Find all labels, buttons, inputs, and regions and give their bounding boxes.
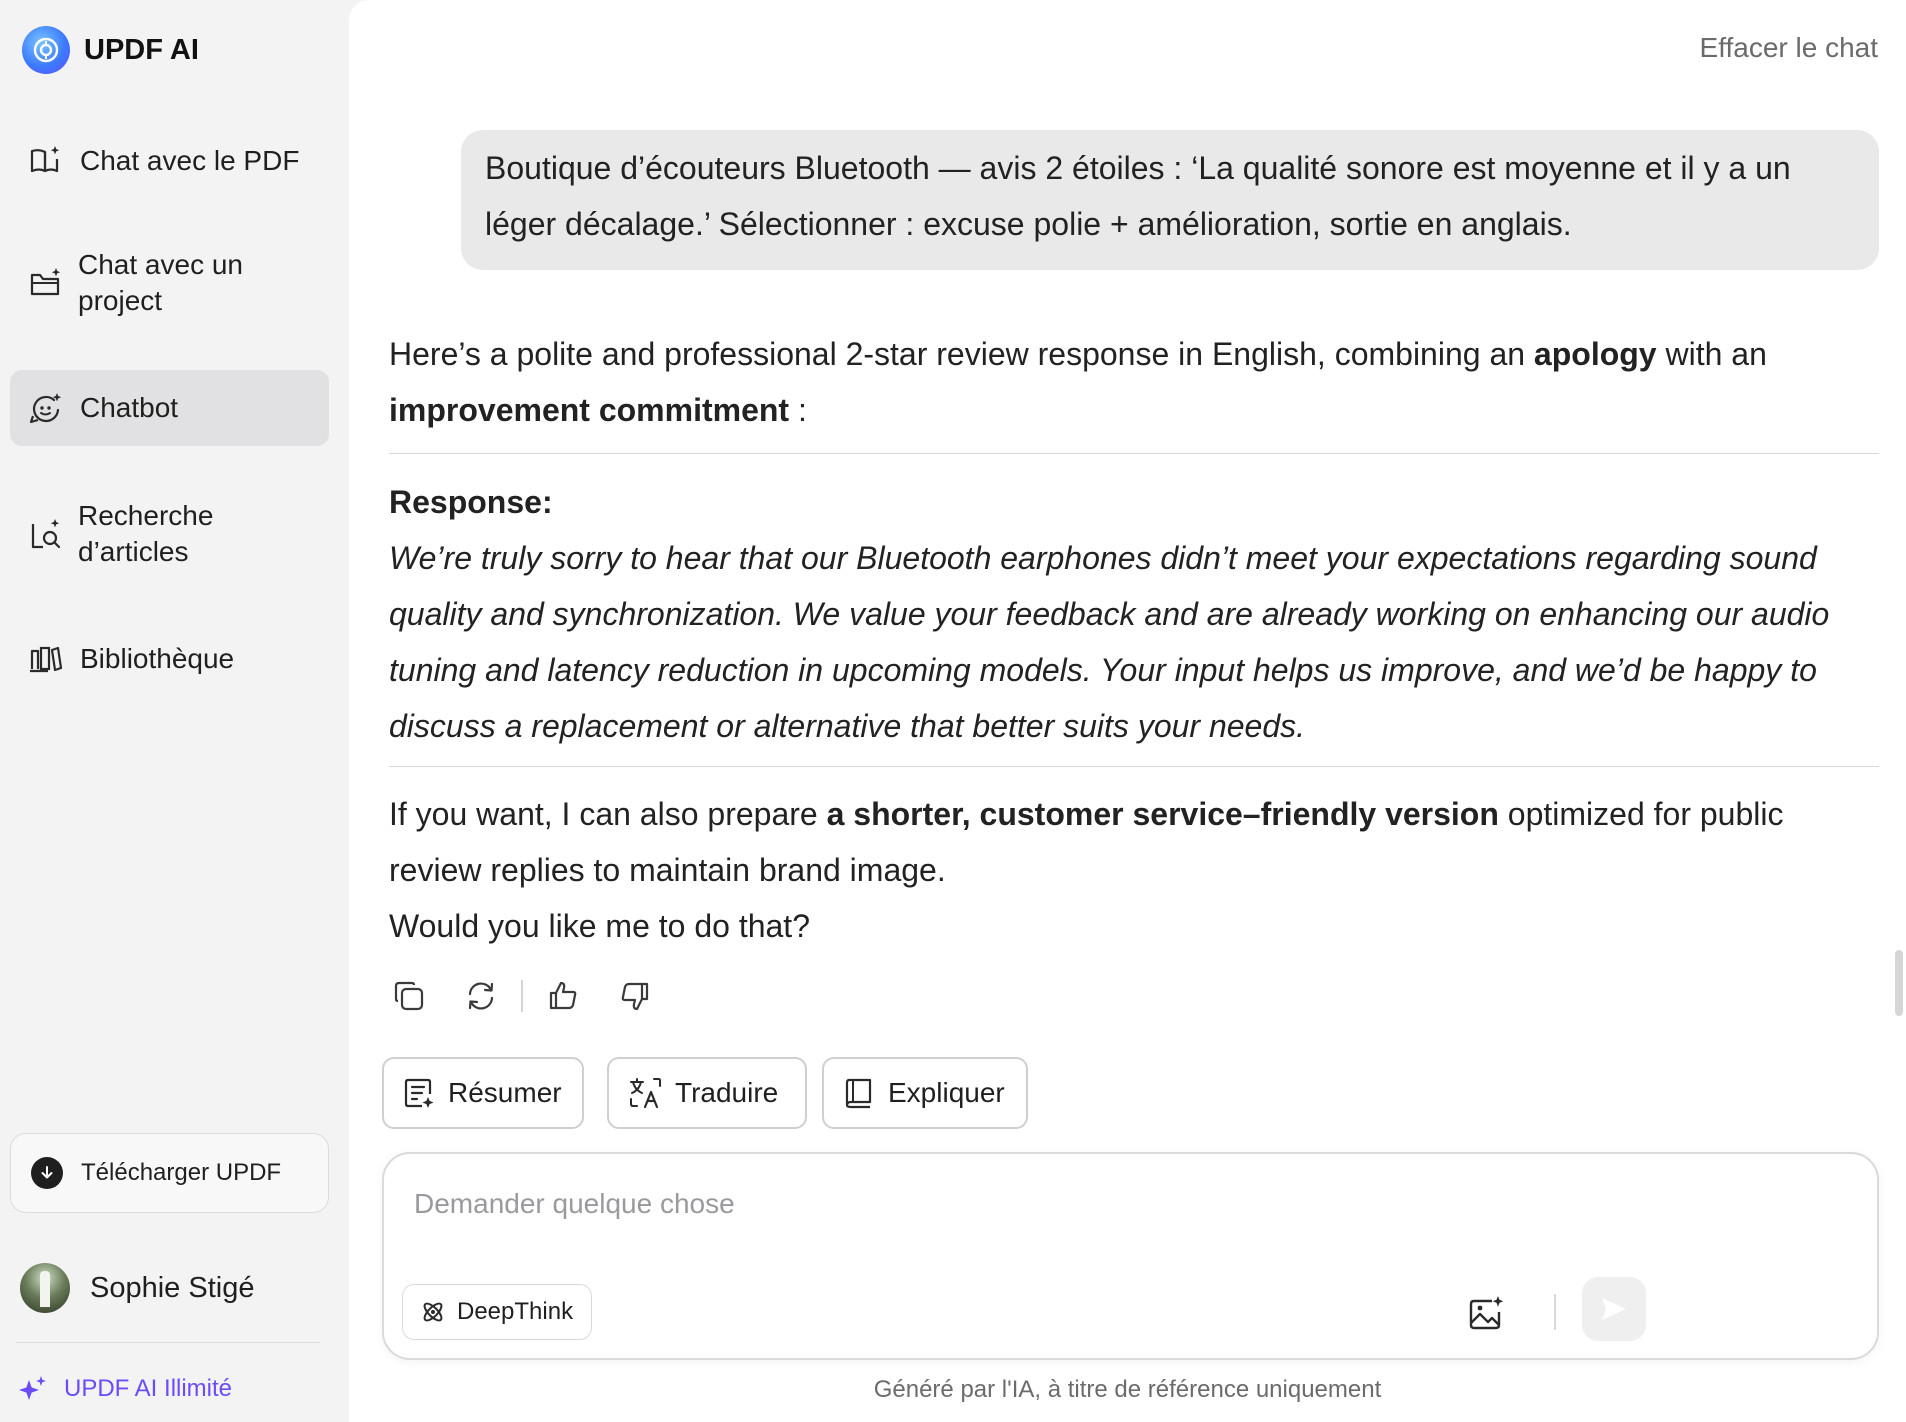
assistant-intro: Here’s a polite and professional 2-star … (389, 326, 1879, 438)
explain-button[interactable]: Expliquer (822, 1057, 1028, 1129)
intro-text: with an (1656, 336, 1767, 372)
sidebar-item-label: Recherche d’articles (78, 500, 214, 567)
sidebar-item-label: Chatbot (80, 392, 179, 423)
clear-chat-button[interactable]: Effacer le chat (1700, 32, 1878, 64)
copy-button[interactable] (389, 976, 429, 1016)
sidebar-item-chat-pdf[interactable]: Chat avec le PDF (10, 126, 329, 196)
user-profile[interactable]: Sophie Stigé (20, 1263, 254, 1313)
assistant-outro: If you want, I can also prepare a shorte… (389, 786, 1879, 954)
sidebar: UPDF AI Chat avec le PDF Chat avec un pr… (0, 0, 349, 1422)
response-heading: Response: (389, 484, 553, 520)
translate-icon (630, 1078, 661, 1109)
folder-sparkle-icon (30, 268, 61, 296)
message-input[interactable] (414, 1182, 1614, 1226)
summarize-icon (404, 1078, 434, 1108)
deepthink-toggle[interactable]: DeepThink (402, 1284, 592, 1340)
sidebar-item-library[interactable]: Bibliothèque (10, 624, 329, 694)
image-sparkle-icon (1469, 1296, 1504, 1330)
intro-bold-commitment: improvement commitment (389, 392, 790, 428)
sidebar-item-chat-project[interactable]: Chat avec un project (10, 243, 329, 323)
summarize-button[interactable]: Résumer (382, 1057, 584, 1129)
regenerate-button[interactable] (461, 976, 501, 1016)
chat-composer: DeepThink (382, 1152, 1879, 1360)
send-icon (1602, 1298, 1626, 1320)
intro-text: Here’s a polite and professional 2-star … (389, 336, 1534, 372)
thumbs-down-icon (621, 982, 649, 1011)
chatbot-icon (29, 393, 62, 424)
book-sparkle-icon (30, 146, 60, 173)
copy-icon (394, 981, 424, 1011)
sidebar-item-chatbot[interactable]: Chatbot (10, 370, 329, 446)
download-icon (31, 1157, 63, 1189)
user-message: Boutique d’écouteurs Bluetooth — avis 2 … (461, 130, 1879, 270)
actions-separator (521, 980, 523, 1012)
outro-question: Would you like me to do that? (389, 908, 810, 944)
outro-paragraph: If you want, I can also prepare a shorte… (389, 786, 1879, 898)
divider (389, 766, 1879, 767)
thumbs-up-icon (549, 981, 577, 1010)
message-actions (389, 976, 687, 1016)
deepthink-label: DeepThink (457, 1298, 574, 1325)
sidebar-item-label: Chat avec un project (78, 249, 243, 316)
download-updf-button[interactable]: Télécharger UPDF (10, 1133, 329, 1213)
outro-bold: a shorter, customer service–friendly ver… (826, 796, 1499, 832)
explain-label: Expliquer (888, 1077, 1005, 1108)
app-title: UPDF AI (84, 33, 199, 66)
dislike-button[interactable] (615, 976, 655, 1016)
book-icon (845, 1078, 872, 1109)
search-document-icon (31, 519, 61, 549)
sidebar-item-label: Chat avec le PDF (80, 145, 300, 176)
chat-panel: Effacer le chat Boutique d’écouteurs Blu… (349, 0, 1906, 1422)
download-label: Télécharger UPDF (81, 1159, 282, 1186)
response-body: We’re truly sorry to hear that our Bluet… (389, 540, 1830, 744)
avatar (20, 1263, 70, 1313)
atom-icon (423, 1302, 443, 1322)
image-ai-button[interactable] (1466, 1294, 1506, 1334)
summarize-label: Résumer (448, 1077, 562, 1108)
refresh-icon (468, 982, 494, 1010)
scrollbar[interactable] (1895, 950, 1903, 1016)
library-icon (30, 646, 63, 673)
send-button[interactable] (1582, 1277, 1646, 1341)
translate-label: Traduire (675, 1077, 779, 1108)
sidebar-item-research[interactable]: Recherche d’articles (10, 494, 329, 574)
translate-button[interactable]: Traduire (607, 1057, 807, 1129)
outro-text: If you want, I can also prepare (389, 796, 827, 832)
intro-bold-apology: apology (1533, 336, 1657, 372)
like-button[interactable] (543, 976, 583, 1016)
divider (389, 453, 1879, 454)
sidebar-divider (16, 1342, 320, 1343)
user-name: Sophie Stigé (90, 1271, 255, 1304)
brand[interactable]: UPDF AI (22, 26, 199, 74)
composer-separator (1554, 1294, 1556, 1330)
intro-text: : (789, 392, 807, 428)
ai-disclaimer: Généré par l'IA, à titre de référence un… (873, 1376, 1382, 1403)
upgrade-label: UPDF AI Illimité (64, 1375, 233, 1402)
updf-logo-icon (22, 26, 70, 74)
upgrade-link[interactable]: UPDF AI Illimité (18, 1374, 232, 1404)
sidebar-item-label: Bibliothèque (80, 643, 235, 674)
sparkle-icon (19, 1376, 46, 1400)
assistant-response: Response: We’re truly sorry to hear that… (389, 474, 1879, 754)
